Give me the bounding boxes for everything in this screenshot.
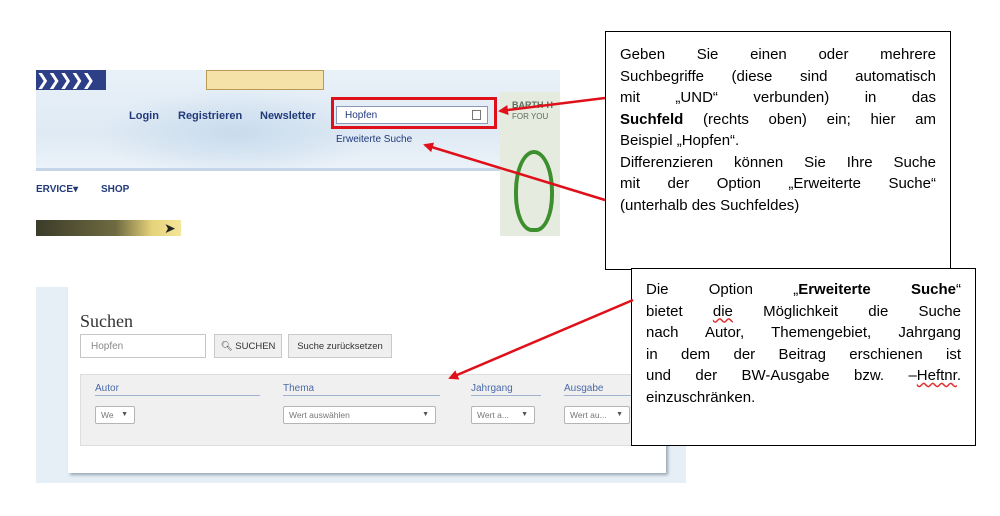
annotation-arrows [423, 96, 634, 380]
arrow-to-filter-area [448, 298, 634, 380]
arrow-to-advanced-link [423, 142, 606, 202]
arrow-to-search-field [498, 96, 606, 115]
